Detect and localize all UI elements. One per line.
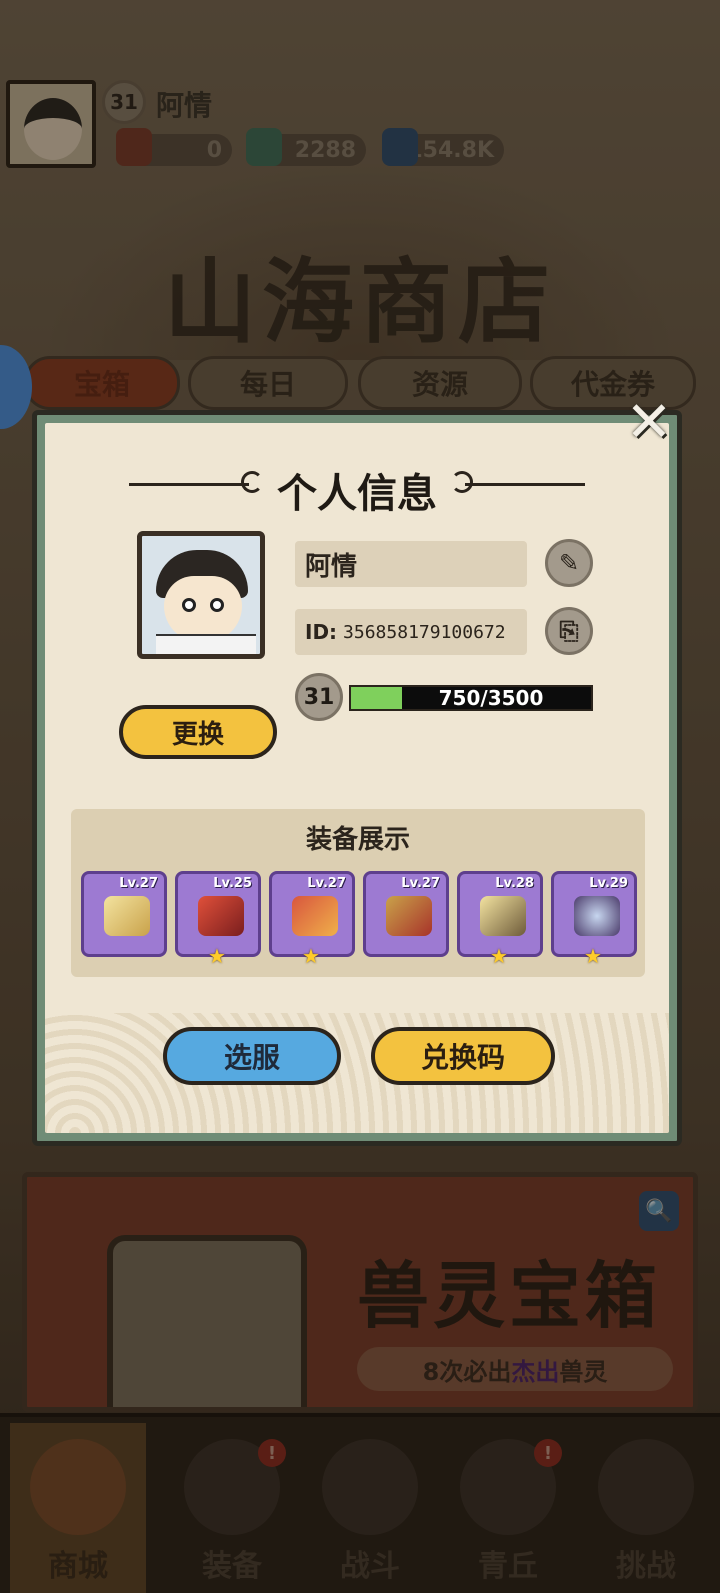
equipment-slot-weapon[interactable]: Lv.27 — [81, 871, 167, 957]
redeem-code-button[interactable]: 兑换码 — [371, 1027, 555, 1085]
title-ornament-right — [465, 483, 585, 486]
equipment-showcase: 装备展示 Lv.27 Lv.25 ★ Lv.27 ★ Lv.27 Lv.28 ★… — [71, 809, 645, 977]
golden-boots-icon — [480, 896, 526, 936]
equipment-slot-boots[interactable]: Lv.28 ★ — [457, 871, 543, 968]
player-id-field: ID: 356858179100672 — [295, 609, 527, 655]
edit-name-icon[interactable]: ✎ — [545, 539, 593, 587]
wave-pattern — [45, 1013, 669, 1133]
profile-modal-panel: 个人信息 更换 阿情 ✎ ID: 356858179100672 ⎘ 31 75… — [45, 423, 669, 1133]
equipment-slot-armor[interactable]: Lv.27 ★ — [269, 871, 355, 968]
profile-modal: 个人信息 更换 阿情 ✎ ID: 356858179100672 ⎘ 31 75… — [32, 395, 682, 1146]
equipment-showcase-title: 装备展示 — [305, 825, 410, 855]
player-avatar — [137, 531, 265, 659]
change-avatar-button[interactable]: 更换 — [119, 705, 277, 759]
star-icon: ★ — [584, 944, 602, 968]
red-armor-icon — [292, 896, 338, 936]
player-name-field: 阿情 — [295, 541, 527, 587]
xp-progress-bar: 750/3500 — [349, 685, 593, 711]
golden-staff-icon — [104, 896, 150, 936]
star-icon: ★ — [302, 944, 320, 968]
level-badge: 31 — [295, 673, 343, 721]
select-server-button[interactable]: 选服 — [163, 1027, 341, 1085]
equipment-slot-belt[interactable]: Lv.27 — [363, 871, 449, 957]
equipment-slot-amulet[interactable]: Lv.29 ★ — [551, 871, 637, 968]
xp-progress-text: 750/3500 — [438, 686, 544, 710]
equipment-slot-helmet[interactable]: Lv.25 ★ — [175, 871, 261, 968]
jade-amulet-icon — [574, 896, 620, 936]
equipment-row: Lv.27 Lv.25 ★ Lv.27 ★ Lv.27 Lv.28 ★ Lv.2… — [81, 871, 637, 968]
copy-id-icon[interactable]: ⎘ — [545, 607, 593, 655]
star-icon: ★ — [490, 944, 508, 968]
modal-title: 个人信息 — [277, 471, 437, 517]
swirl-ornament-icon — [451, 471, 473, 493]
star-icon: ★ — [208, 944, 226, 968]
close-icon[interactable]: ✕ — [621, 395, 677, 451]
red-belt-icon — [386, 896, 432, 936]
red-flower-helmet-icon — [198, 896, 244, 936]
